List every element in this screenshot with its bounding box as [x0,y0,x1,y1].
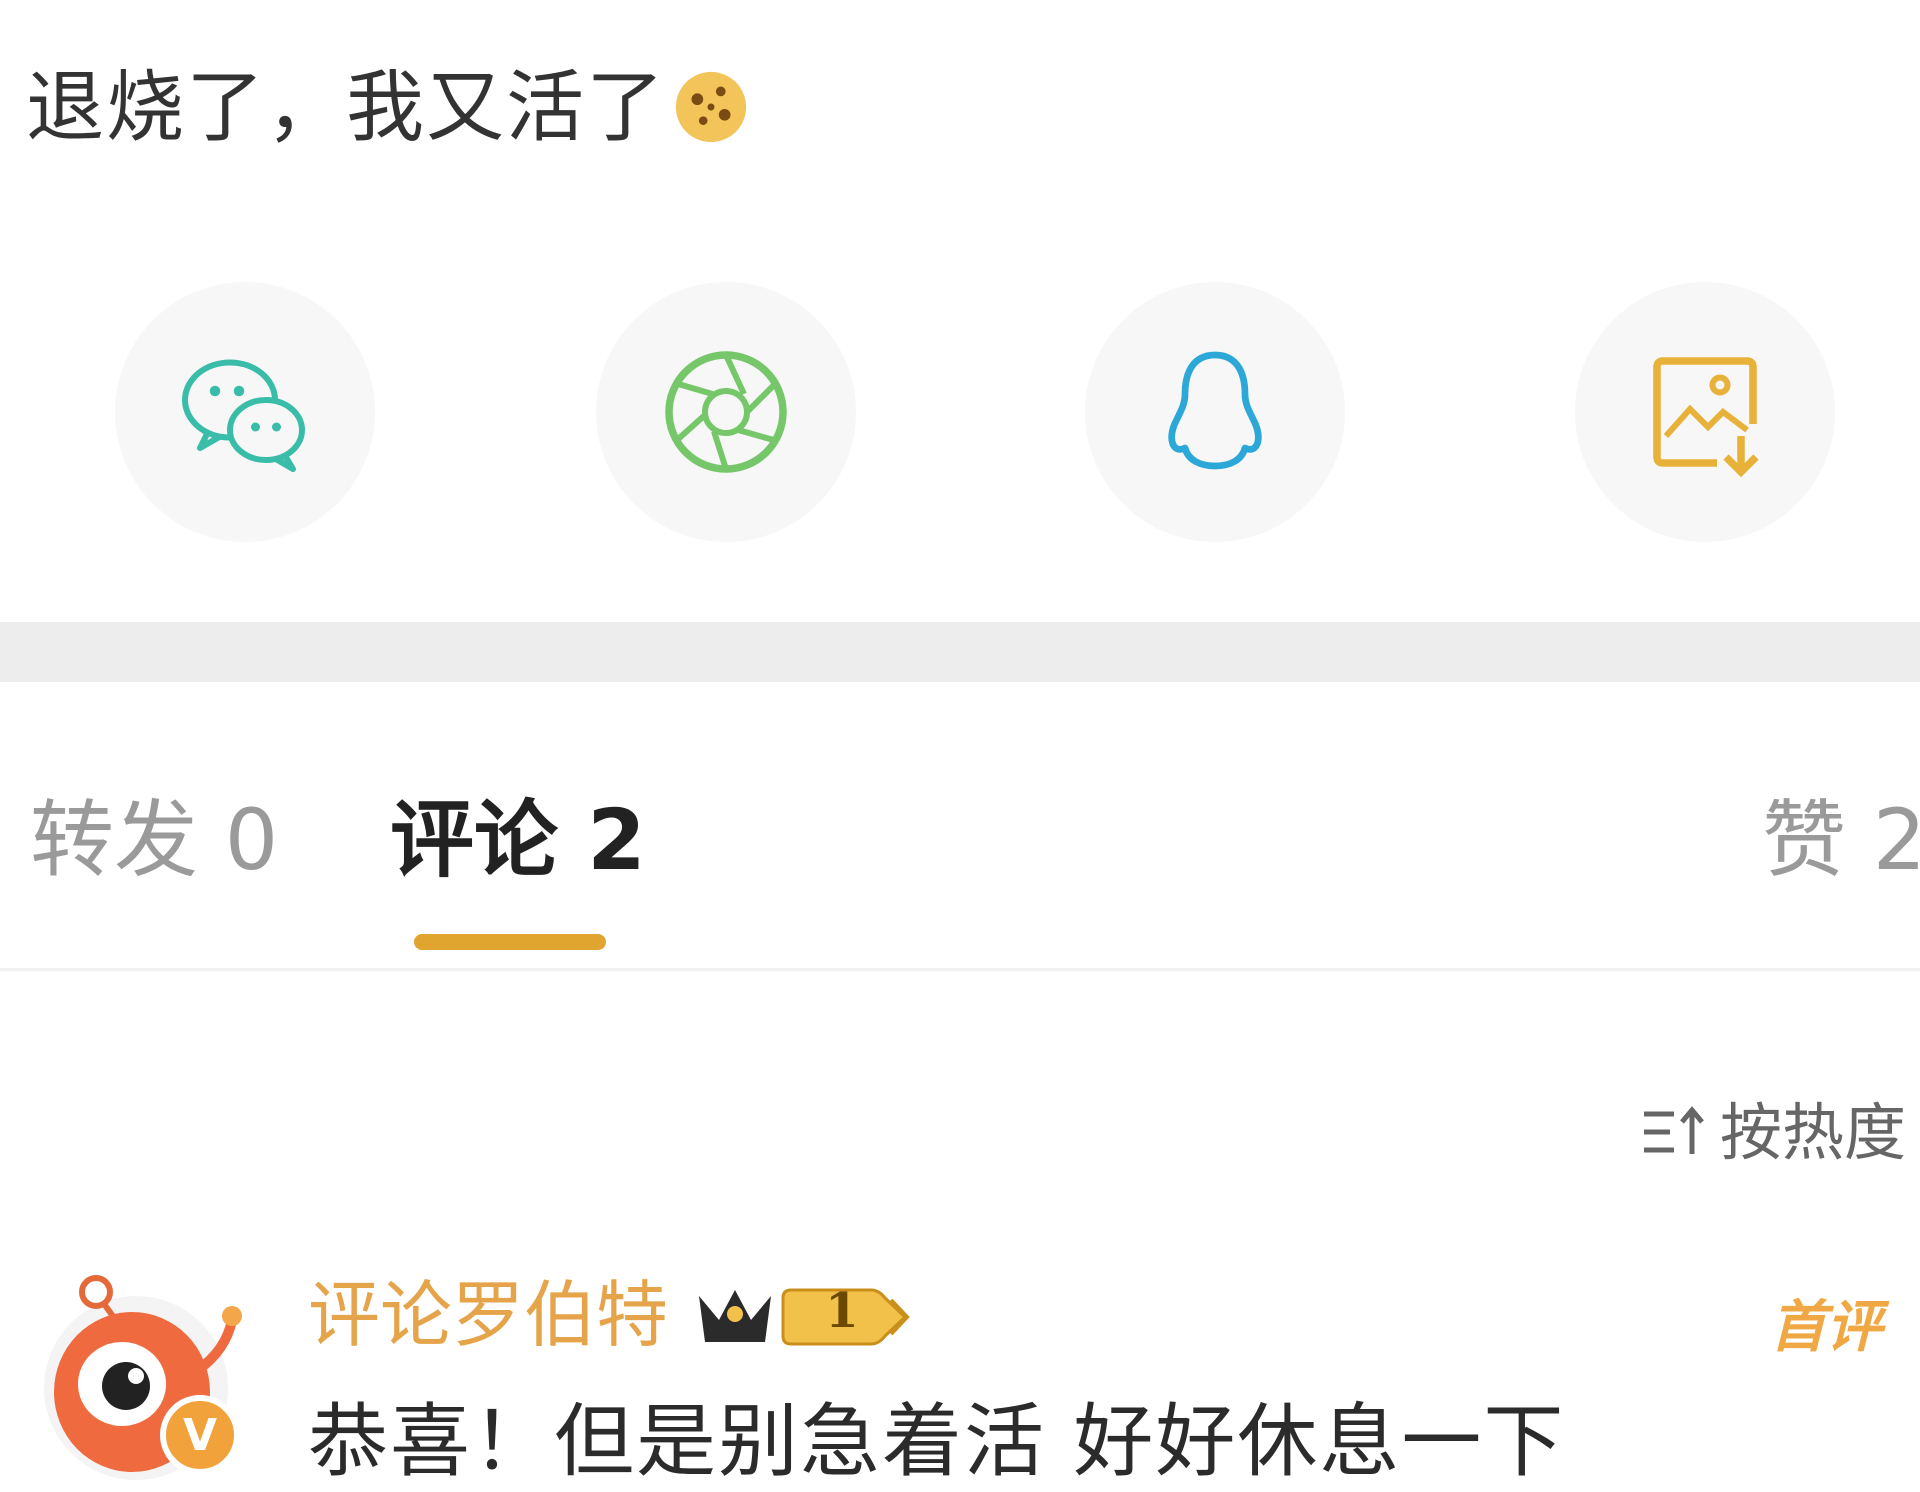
post-text-content: 退烧了，我又活了 [26,63,667,153]
user-level: 1 [825,1283,859,1339]
share-wechat-button[interactable] [115,282,375,542]
aperture-icon [665,351,787,473]
verified-badge-icon: V [160,1395,240,1475]
tab-like[interactable]: 赞 2 [1762,790,1920,890]
penguin-icon [1168,351,1262,470]
share-qq-button[interactable] [1085,282,1345,542]
save-image-button[interactable] [1575,282,1835,542]
section-divider [0,622,1920,682]
tab-comment[interactable]: 评论 2 [390,790,646,890]
sort-label: 按热度 [1720,1096,1907,1169]
share-moments-button[interactable] [596,282,856,542]
tab-repost[interactable]: 转发 0 [30,790,278,890]
wechat-icon [182,359,305,472]
save-image-icon [1653,357,1759,478]
sort-icon [1640,1102,1710,1162]
tab-divider [0,968,1920,971]
sort-by-heat-button[interactable]: 按热度 [1640,1082,1906,1172]
cookie-face-emoji-icon [672,68,750,146]
post-text: 退烧了，我又活了 [26,58,750,158]
comment-username[interactable]: 评论罗伯特 [308,1270,668,1360]
comment-text: 恭喜！但是别急着活 好好休息一下 [308,1395,1566,1488]
active-tab-indicator [414,934,606,950]
first-comment-badge: 首评 [1770,1295,1882,1360]
crown-level-badge-icon [695,1276,915,1358]
